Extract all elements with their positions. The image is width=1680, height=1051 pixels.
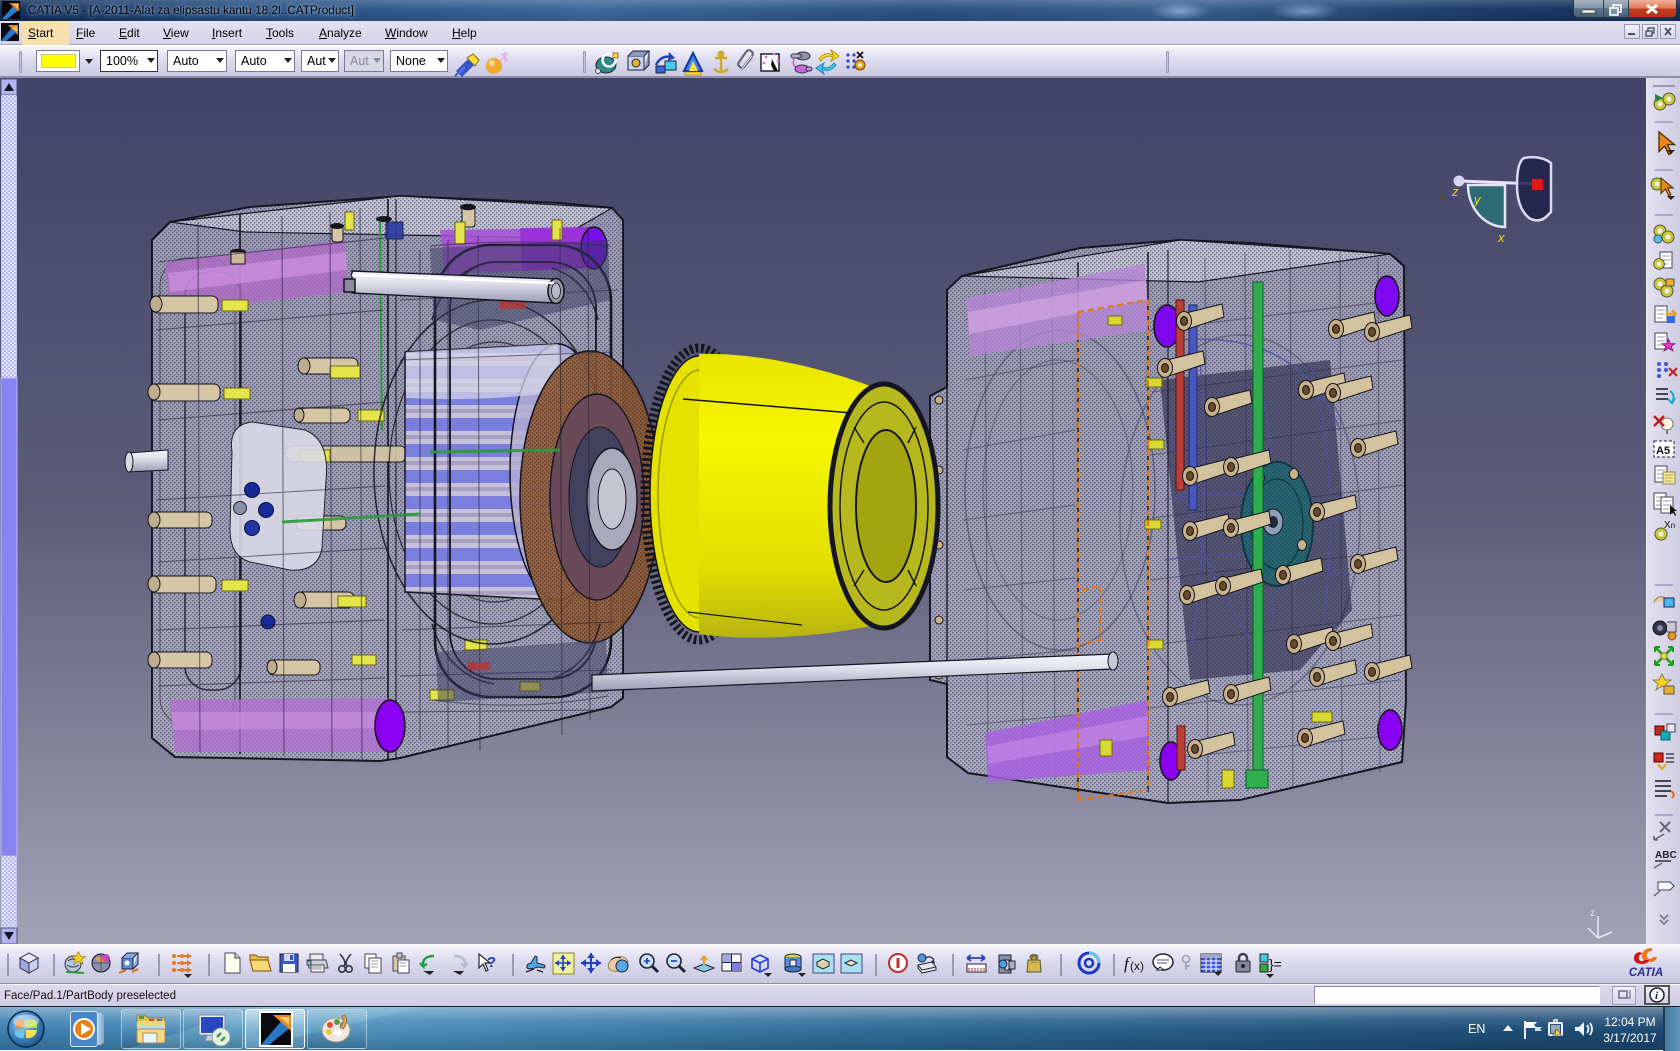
svg-text:x: x — [1497, 230, 1505, 245]
svg-text:?: ? — [487, 954, 496, 971]
svg-text:CATIA: CATIA — [1629, 967, 1663, 979]
svg-text:ABC: ABC — [1655, 850, 1677, 861]
svg-text:z: z — [1590, 908, 1595, 919]
svg-text:(x): (x) — [1130, 959, 1144, 973]
svg-text:Xn: Xn — [1664, 520, 1675, 531]
svg-text:z: z — [1451, 184, 1459, 199]
svg-text:}=: }= — [1269, 956, 1282, 972]
svg-text:A5: A5 — [1656, 445, 1670, 457]
